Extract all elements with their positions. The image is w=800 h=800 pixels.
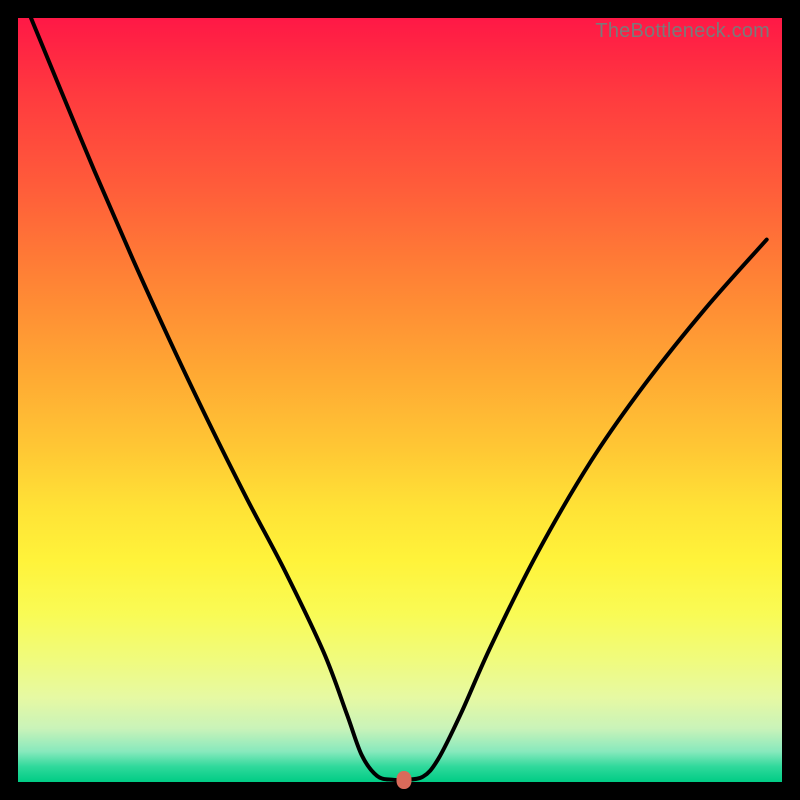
- plot-area: TheBottleneck.com: [18, 18, 782, 782]
- curve-path: [31, 18, 767, 780]
- chart-frame: TheBottleneck.com: [0, 0, 800, 800]
- bottleneck-curve: [18, 18, 782, 782]
- optimum-marker: [396, 771, 411, 789]
